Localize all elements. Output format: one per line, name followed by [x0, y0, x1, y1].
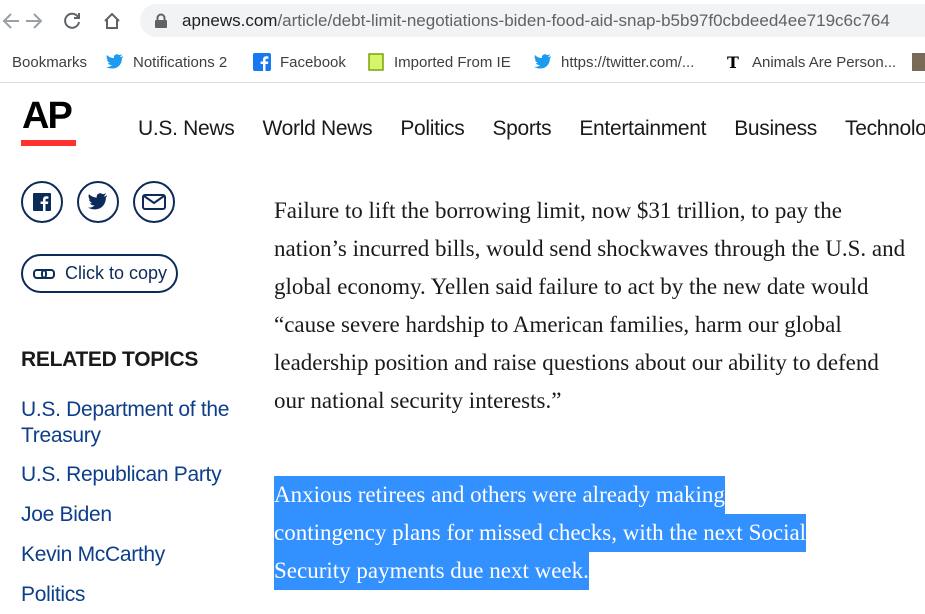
bookmark-twitter[interactable]: https://twitter.com/...: [534, 52, 694, 72]
link-icon: [33, 268, 55, 279]
reload-icon[interactable]: [60, 9, 84, 33]
folder-icon: [367, 53, 385, 71]
facebook-icon: [253, 53, 271, 71]
related-topic-link[interactable]: U.S. Department of the Treasury: [21, 397, 241, 449]
bookmark-bookmarks[interactable]: Bookmarks: [12, 52, 87, 72]
selected-paragraph[interactable]: Anxious retirees and others were already…: [274, 476, 807, 590]
bookmark-animals[interactable]: T Animals Are Person...: [725, 52, 896, 72]
selected-text-line: Anxious retirees and others were already…: [274, 476, 725, 514]
logo-red-bar: [21, 140, 76, 146]
bookmark-imported-from-ie[interactable]: Imported From IE: [367, 52, 511, 72]
share-email-button[interactable]: [133, 181, 175, 223]
bookmarks-bar: Bookmarks Notifications 2 Facebook Impor…: [0, 42, 925, 83]
address-bar[interactable]: apnews.com/article/debt-limit-negotiatio…: [140, 4, 925, 37]
nav-item-entertainment[interactable]: Entertainment: [579, 117, 706, 141]
browser-toolbar: apnews.com/article/debt-limit-negotiatio…: [0, 0, 925, 42]
bookmark-label: Bookmarks: [12, 53, 88, 71]
url-text: apnews.com/article/debt-limit-negotiatio…: [182, 11, 890, 31]
bookmark-label: Notifications 2: [133, 53, 228, 71]
copy-link-button[interactable]: Click to copy: [21, 254, 178, 293]
envelope-icon: [142, 194, 166, 210]
url-domain: apnews.com: [182, 11, 278, 30]
ap-logo[interactable]: AP: [21, 95, 76, 146]
article-paragraph: Failure to lift the borrowing limit, now…: [274, 198, 906, 413]
bookmark-overflow[interactable]: [912, 52, 925, 72]
lock-icon[interactable]: [154, 13, 168, 34]
twitter-icon: [534, 53, 552, 71]
nyt-icon: T: [725, 53, 743, 71]
bookmark-label: Facebook: [280, 53, 346, 71]
svg-text:T: T: [727, 53, 739, 71]
forward-arrow-icon[interactable]: [21, 9, 45, 33]
related-topic-link[interactable]: Politics: [21, 582, 241, 608]
twitter-icon: [87, 193, 107, 210]
logo-text: AP: [22, 95, 73, 137]
image-icon: [912, 53, 925, 71]
nav-item-us-news[interactable]: U.S. News: [138, 117, 235, 141]
bookmark-notifications[interactable]: Notifications 2: [106, 52, 227, 72]
article-body: Failure to lift the borrowing limit, now…: [274, 192, 914, 420]
bookmark-label: Imported From IE: [394, 53, 511, 71]
nav-item-politics[interactable]: Politics: [400, 117, 464, 141]
related-topic-link[interactable]: U.S. Republican Party: [21, 462, 241, 488]
related-topic-link[interactable]: Kevin McCarthy: [21, 542, 241, 568]
share-facebook-button[interactable]: [21, 181, 63, 223]
copy-link-label: Click to copy: [65, 263, 168, 283]
nav-item-world-news[interactable]: World News: [263, 117, 373, 141]
selected-text-line: Security payments due next week.: [274, 552, 589, 590]
selected-text-line: contingency plans for missed checks, wit…: [274, 514, 807, 552]
bookmark-label: https://twitter.com/...: [561, 53, 695, 71]
home-icon[interactable]: [100, 9, 124, 33]
share-buttons: [21, 181, 189, 223]
facebook-icon: [33, 193, 51, 211]
twitter-icon: [106, 53, 124, 71]
nav-item-business[interactable]: Business: [734, 117, 817, 141]
related-topic-link[interactable]: Joe Biden: [21, 502, 241, 528]
related-topics-heading: RELATED TOPICS: [21, 348, 199, 371]
bookmark-label: Animals Are Person...: [752, 53, 897, 71]
url-path: /article/debt-limit-negotiations-biden-f…: [277, 11, 890, 30]
nav-item-technology[interactable]: Technolog: [845, 117, 925, 141]
nav-item-sports[interactable]: Sports: [492, 117, 551, 141]
bookmark-facebook[interactable]: Facebook: [253, 52, 346, 72]
site-header: AP U.S. News World News Politics Sports …: [0, 83, 925, 169]
main-nav: U.S. News World News Politics Sports Ent…: [138, 117, 925, 141]
share-twitter-button[interactable]: [77, 181, 119, 223]
